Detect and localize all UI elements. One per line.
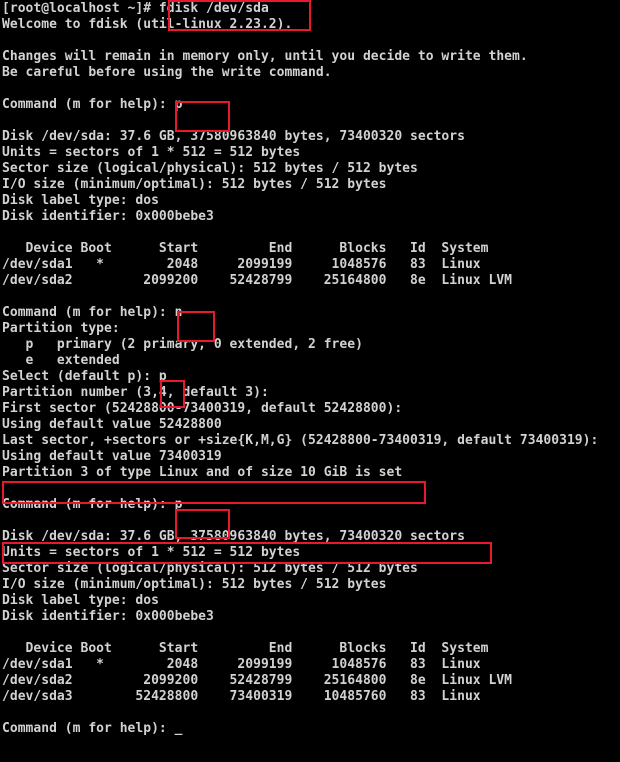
terminal-line: Welcome to fdisk (util-linux 2.23.2). xyxy=(2,17,293,32)
terminal-line: /dev/sda3 52428800 73400319 10485760 83 … xyxy=(2,689,481,704)
terminal-line: p primary (2 primary, 0 extended, 2 free… xyxy=(2,337,363,352)
terminal-line: First sector (52428800-73400319, default… xyxy=(2,401,403,416)
terminal-line: Using default value 73400319 xyxy=(2,449,222,464)
terminal-line: Be careful before using the write comman… xyxy=(2,65,332,80)
terminal-line: Partition number (3,4, default 3): xyxy=(2,385,269,400)
terminal-line: Disk label type: dos xyxy=(2,593,159,608)
terminal-line: /dev/sda2 2099200 52428799 25164800 8e L… xyxy=(2,273,513,288)
terminal-line: /dev/sda1 * 2048 2099199 1048576 83 Linu… xyxy=(2,257,481,272)
terminal-line: Device Boot Start End Blocks Id System xyxy=(2,641,489,656)
terminal-output: [root@localhost ~]# fdisk /dev/sda Welcom… xyxy=(2,1,618,737)
terminal-line: Last sector, +sectors or +size{K,M,G} (5… xyxy=(2,433,599,448)
terminal-line: Sector size (logical/physical): 512 byte… xyxy=(2,161,418,176)
terminal-window[interactable]: [root@localhost ~]# fdisk /dev/sda Welcom… xyxy=(0,0,620,762)
terminal-line: /dev/sda1 * 2048 2099199 1048576 83 Linu… xyxy=(2,657,481,672)
terminal-line: Select (default p): p xyxy=(2,369,167,384)
terminal-line: Disk /dev/sda: 37.6 GB, 37580963840 byte… xyxy=(2,529,465,544)
terminal-line: Using default value 52428800 xyxy=(2,417,222,432)
terminal-line: Units = sectors of 1 * 512 = 512 bytes xyxy=(2,545,301,560)
terminal-line: Command (m for help): _ xyxy=(2,721,183,736)
terminal-line: Disk identifier: 0x000bebe3 xyxy=(2,209,214,224)
terminal-line: Units = sectors of 1 * 512 = 512 bytes xyxy=(2,145,301,160)
terminal-line: I/O size (minimum/optimal): 512 bytes / … xyxy=(2,177,387,192)
terminal-line: I/O size (minimum/optimal): 512 bytes / … xyxy=(2,577,387,592)
terminal-line: e extended xyxy=(2,353,120,368)
terminal-line: Changes will remain in memory only, unti… xyxy=(2,49,528,64)
terminal-line: [root@localhost ~]# fdisk /dev/sda xyxy=(2,1,269,16)
terminal-line: Disk identifier: 0x000bebe3 xyxy=(2,609,214,624)
terminal-line: /dev/sda2 2099200 52428799 25164800 8e L… xyxy=(2,673,513,688)
terminal-line: Partition 3 of type Linux and of size 10… xyxy=(2,465,403,480)
terminal-line: Command (m for help): p xyxy=(2,97,183,112)
terminal-line: Partition type: xyxy=(2,321,120,336)
terminal-line: Command (m for help): p xyxy=(2,497,183,512)
terminal-line: Command (m for help): n xyxy=(2,305,183,320)
terminal-line: Sector size (logical/physical): 512 byte… xyxy=(2,561,418,576)
terminal-line: Disk label type: dos xyxy=(2,193,159,208)
terminal-line: Disk /dev/sda: 37.6 GB, 37580963840 byte… xyxy=(2,129,465,144)
terminal-line: Device Boot Start End Blocks Id System xyxy=(2,241,489,256)
